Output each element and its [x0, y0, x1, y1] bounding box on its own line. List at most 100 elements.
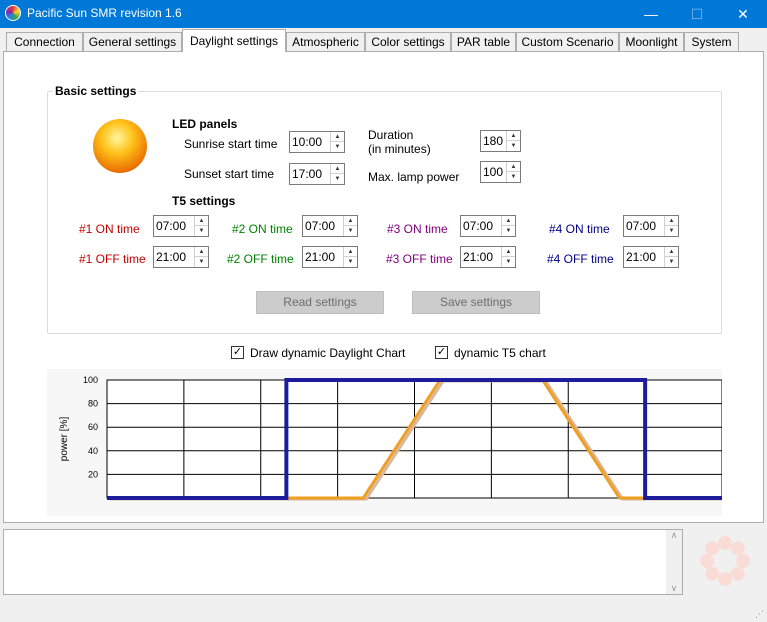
maximize-button[interactable]: ☐	[674, 0, 720, 28]
t5-3-off-spinner[interactable]: 21:00 ▲ ▼	[460, 246, 516, 268]
spin-up-icon[interactable]: ▲	[502, 247, 515, 257]
chart-y-tick-label: 40	[88, 446, 98, 456]
spin-down-icon[interactable]: ▼	[195, 257, 208, 267]
app-icon	[5, 5, 21, 21]
t5-3-off-label: #3 OFF time	[386, 252, 453, 266]
sun-icon	[93, 119, 147, 173]
daylight-chart: 100 80 60 40 20 power [%]	[47, 369, 722, 516]
spin-up-icon[interactable]: ▲	[331, 132, 344, 142]
t5-chart-checkbox[interactable]: ✓	[435, 346, 448, 359]
tab-custom-scenario[interactable]: Custom Scenario	[516, 32, 619, 51]
spin-down-icon[interactable]: ▼	[344, 226, 357, 236]
spin-up-icon[interactable]: ▲	[331, 164, 344, 174]
spin-up-icon[interactable]: ▲	[502, 216, 515, 226]
duration-unit-label: (in minutes)	[368, 142, 431, 156]
t5-2-on-spinner[interactable]: 07:00 ▲ ▼	[302, 215, 358, 237]
spinner-dot	[718, 536, 732, 550]
scroll-down-icon[interactable]: ∨	[666, 583, 682, 594]
spinner-dot	[705, 541, 720, 556]
close-button[interactable]: ✕	[720, 0, 766, 28]
spin-down-icon[interactable]: ▼	[344, 257, 357, 267]
t5-4-off-spinner[interactable]: 21:00 ▲ ▼	[623, 246, 679, 268]
spin-down-icon[interactable]: ▼	[331, 142, 344, 152]
spin-up-icon[interactable]: ▲	[665, 216, 678, 226]
max-lamp-power-label: Max. lamp power	[368, 170, 460, 184]
spin-up-icon[interactable]: ▲	[195, 216, 208, 226]
max-lamp-power-spinner[interactable]: 100 ▲ ▼	[480, 161, 521, 183]
save-settings-button[interactable]: Save settings	[412, 291, 540, 314]
read-settings-button[interactable]: Read settings	[256, 291, 384, 314]
status-bar: ⋰	[0, 598, 767, 622]
daylight-chart-label: Draw dynamic Daylight Chart	[250, 346, 406, 360]
duration-spinner[interactable]: 180 ▲ ▼	[480, 130, 521, 152]
spin-down-icon[interactable]: ▼	[665, 257, 678, 267]
sunset-label: Sunset start time	[184, 167, 275, 181]
resize-grip-icon[interactable]: ⋰	[755, 609, 764, 620]
spin-down-icon[interactable]: ▼	[331, 174, 344, 184]
tab-general-settings[interactable]: General settings	[83, 32, 182, 51]
sunset-value: 17:00	[292, 167, 323, 181]
tab-atmospheric[interactable]: Atmospheric	[286, 32, 365, 51]
t5-4-off-label: #4 OFF time	[547, 252, 614, 266]
log-textbox[interactable]	[3, 529, 683, 595]
spin-up-icon[interactable]: ▲	[665, 247, 678, 257]
tab-system[interactable]: System	[684, 32, 739, 51]
chart-y-tick-label: 60	[88, 422, 98, 432]
sunrise-label: Sunrise start time	[184, 137, 278, 151]
basic-settings-title: Basic settings	[53, 84, 139, 98]
t5-3-off-value: 21:00	[463, 250, 494, 264]
spinner-dot	[700, 554, 714, 568]
spin-down-icon[interactable]: ▼	[507, 141, 520, 151]
title-bar: Pacific Sun SMR revision 1.6 — ☐ ✕	[0, 0, 767, 28]
tab-moonlight[interactable]: Moonlight	[619, 32, 684, 51]
led-panels-title: LED panels	[172, 117, 238, 131]
t5-1-off-value: 21:00	[156, 250, 187, 264]
chart-y-axis-label: power [%]	[59, 417, 70, 462]
spin-down-icon[interactable]: ▼	[507, 172, 520, 182]
duration-value: 180	[483, 134, 504, 148]
spinner-dot	[736, 554, 750, 568]
window-title: Pacific Sun SMR revision 1.6	[27, 6, 182, 20]
t5-1-off-spinner[interactable]: 21:00 ▲ ▼	[153, 246, 209, 268]
t5-3-on-label: #3 ON time	[387, 222, 448, 236]
spin-down-icon[interactable]: ▼	[195, 226, 208, 236]
log-scrollbar[interactable]: ∧ ∨	[666, 530, 682, 594]
spin-down-icon[interactable]: ▼	[502, 257, 515, 267]
spin-down-icon[interactable]: ▼	[665, 226, 678, 236]
t5-chart-label: dynamic T5 chart	[454, 346, 546, 360]
t5-2-on-value: 07:00	[305, 219, 336, 233]
t5-4-on-label: #4 ON time	[549, 222, 610, 236]
minimize-button[interactable]: —	[628, 0, 674, 28]
spinner-dot	[718, 572, 732, 586]
spinner-dot	[730, 541, 745, 556]
spin-up-icon[interactable]: ▲	[507, 131, 520, 141]
spin-up-icon[interactable]: ▲	[344, 216, 357, 226]
t5-4-off-value: 21:00	[626, 250, 657, 264]
tab-connection[interactable]: Connection	[6, 32, 83, 51]
chart-y-tick-label: 20	[88, 469, 98, 479]
t5-1-on-spinner[interactable]: 07:00 ▲ ▼	[153, 215, 209, 237]
tab-color-settings[interactable]: Color settings	[365, 32, 451, 51]
busy-spinner-icon	[700, 536, 750, 586]
spin-up-icon[interactable]: ▲	[195, 247, 208, 257]
t5-2-off-label: #2 OFF time	[227, 252, 294, 266]
chart-y-tick-label: 80	[88, 399, 98, 409]
t5-2-off-spinner[interactable]: 21:00 ▲ ▼	[302, 246, 358, 268]
tab-par-table[interactable]: PAR table	[451, 32, 516, 51]
t5-4-on-spinner[interactable]: 07:00 ▲ ▼	[623, 215, 679, 237]
sunrise-value: 10:00	[292, 135, 323, 149]
t5-1-on-label: #1 ON time	[79, 222, 140, 236]
t5-2-on-label: #2 ON time	[232, 222, 293, 236]
scroll-up-icon[interactable]: ∧	[666, 530, 682, 541]
tab-daylight-settings[interactable]: Daylight settings	[182, 29, 286, 52]
spinner-dot	[705, 566, 720, 581]
spin-up-icon[interactable]: ▲	[344, 247, 357, 257]
daylight-chart-checkbox[interactable]: ✓	[231, 346, 244, 359]
spin-up-icon[interactable]: ▲	[507, 162, 520, 172]
chart-y-tick-label: 100	[83, 375, 98, 385]
spin-down-icon[interactable]: ▼	[502, 226, 515, 236]
sunset-time-spinner[interactable]: 17:00 ▲ ▼	[289, 163, 345, 185]
t5-3-on-spinner[interactable]: 07:00 ▲ ▼	[460, 215, 516, 237]
sunrise-time-spinner[interactable]: 10:00 ▲ ▼	[289, 131, 345, 153]
t5-1-on-value: 07:00	[156, 219, 187, 233]
